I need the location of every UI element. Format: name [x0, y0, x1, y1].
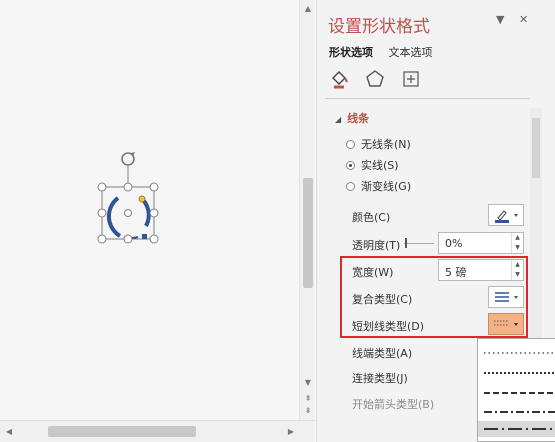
dash-type-dropdown[interactable]	[477, 338, 555, 442]
pane-scroll-thumb[interactable]	[532, 118, 540, 178]
divider	[325, 98, 530, 99]
spinner-icon[interactable]: ▲ ▼	[511, 233, 523, 253]
rotate-handle-icon[interactable]	[121, 152, 135, 166]
radio-dot	[346, 181, 355, 191]
tab-text-options[interactable]: 文本选项	[389, 46, 433, 59]
h-scroll-thumb[interactable]	[48, 426, 196, 437]
close-icon[interactable]: ✕	[519, 13, 528, 26]
radio-dot-selected	[346, 160, 355, 170]
transparency-input[interactable]: 0% ▲ ▼	[438, 232, 524, 254]
scroll-left-icon[interactable]: ◀	[4, 426, 14, 437]
scroll-up-icon[interactable]: ▲	[303, 4, 313, 14]
begin-arrow-type-label[interactable]: 开始箭头类型(B)	[352, 396, 434, 412]
fill-line-icon[interactable]	[328, 68, 350, 90]
pane-options-chevron-down-icon[interactable]: ▼	[496, 13, 504, 26]
transparency-slider-thumb[interactable]	[405, 238, 407, 248]
scroll-right-icon[interactable]: ▶	[286, 426, 296, 437]
scroll-down-icon[interactable]: ▼	[303, 378, 313, 388]
radio-no-line[interactable]: 无线条(N)	[346, 136, 411, 152]
pen-color-icon	[495, 210, 518, 223]
cap-type-label[interactable]: 线端类型(A)	[352, 345, 412, 361]
size-layout-icon[interactable]	[400, 68, 422, 90]
transparency-label: 透明度(T)	[352, 239, 401, 252]
slide-canvas[interactable]	[0, 0, 299, 420]
tab-shape-options[interactable]: 形状选项	[329, 46, 373, 59]
canvas-horizontal-scrollbar[interactable]: ◀ ▶	[0, 420, 315, 442]
dash-option-long-dash[interactable]	[478, 421, 555, 437]
color-picker-button[interactable]	[488, 204, 524, 226]
radio-solid-line[interactable]: 实线(S)	[346, 157, 399, 173]
radio-gradient-line[interactable]: 渐变线(G)	[346, 178, 411, 194]
page-down-icon[interactable]: ⇟	[303, 406, 313, 416]
join-type-label[interactable]: 连接类型(J)	[352, 370, 408, 386]
highlight-box	[340, 256, 528, 338]
radio-dot	[346, 139, 355, 149]
effects-pentagon-icon[interactable]	[364, 68, 386, 90]
transparency-slider[interactable]	[404, 243, 434, 244]
scroll-thumb[interactable]	[303, 178, 313, 288]
option-tabs: 形状选项 文本选项	[329, 44, 445, 60]
pane-title: 设置形状格式	[328, 17, 430, 37]
page-up-icon[interactable]: ⇞	[303, 394, 313, 404]
canvas-vertical-scrollbar[interactable]: ▲ ▼ ⇞ ⇟	[299, 0, 315, 420]
color-label: 颜色(C)	[352, 211, 391, 224]
selected-shape[interactable]	[0, 0, 299, 420]
section-line-header[interactable]: ◢ 线条	[335, 110, 369, 126]
collapse-triangle-icon: ◢	[335, 115, 342, 124]
